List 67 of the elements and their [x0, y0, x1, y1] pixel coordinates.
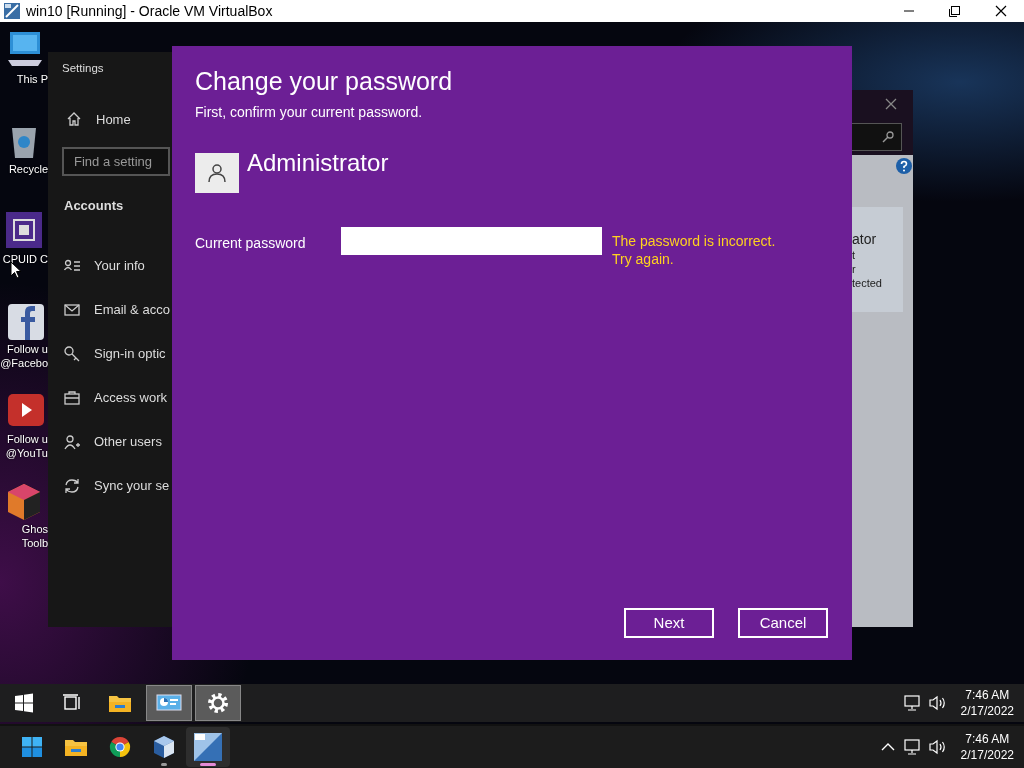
maximize-icon[interactable] — [948, 5, 962, 17]
close-icon[interactable] — [994, 5, 1008, 17]
window-title: Settings — [62, 61, 105, 76]
chevron-up-icon[interactable] — [880, 742, 895, 752]
nav-link[interactable]: Sign-in optic — [94, 344, 166, 364]
folder-icon — [64, 737, 88, 757]
task-view-icon — [62, 693, 82, 713]
cancel-button[interactable]: Cancel — [738, 608, 828, 638]
taskbar-button[interactable] — [186, 727, 230, 767]
nav-link[interactable]: Your info — [94, 256, 145, 276]
help-icon[interactable] — [896, 158, 912, 174]
search-field[interactable]: Find a setting — [62, 147, 170, 177]
folder-icon — [108, 693, 132, 713]
field-label: Current password — [195, 234, 307, 253]
person-icon — [207, 163, 227, 183]
start-icon — [21, 736, 43, 758]
panel-text: r — [852, 262, 857, 276]
sync-icon — [64, 477, 80, 494]
nav-link[interactable]: Home — [96, 109, 131, 129]
panel-text: ator — [852, 230, 878, 248]
icon-label: Follow u — [7, 432, 48, 446]
clock[interactable]: 7:46 AM 2/17/2022 — [960, 687, 1014, 719]
dialog-title: Change your password — [195, 66, 454, 96]
icon-label: Follow u — [7, 342, 48, 356]
icon-label: Ghos — [21, 522, 48, 536]
icon-label: CPUID C — [2, 252, 48, 266]
icon-label: Recycle — [8, 162, 48, 176]
key-icon — [64, 345, 80, 362]
cursor-icon — [10, 261, 22, 279]
clock[interactable]: 7:46 AM 2/17/2022 — [960, 731, 1014, 763]
start-icon — [14, 693, 34, 713]
error-message: The password is incorrect. — [612, 232, 776, 250]
icon-label: This P — [16, 72, 48, 86]
icon-label: @YouTu — [5, 446, 48, 460]
icon-label: Toolb — [21, 536, 48, 550]
error-message: Try again. — [612, 250, 675, 268]
volume-icon[interactable] — [928, 695, 947, 711]
icon-label: @Facebo — [0, 356, 48, 370]
window-app-icon — [193, 732, 223, 762]
next-button[interactable]: Next — [624, 608, 714, 638]
panel-text: t — [852, 248, 857, 262]
search-field[interactable] — [852, 123, 902, 151]
dialog-subtitle: First, confirm your current password. — [195, 103, 424, 122]
search-icon — [882, 131, 894, 143]
nav-link[interactable]: Email & acco — [94, 300, 170, 320]
taskbar-button[interactable] — [146, 685, 192, 721]
nav-link[interactable]: Other users — [94, 432, 162, 452]
briefcase-icon — [64, 389, 80, 406]
volume-icon[interactable] — [928, 739, 947, 755]
network-icon[interactable] — [902, 739, 921, 755]
person-add-icon — [64, 433, 80, 450]
monitor-icon — [156, 693, 182, 713]
chrome-icon — [108, 735, 132, 759]
section-heading: Accounts — [64, 197, 125, 216]
home-icon — [66, 111, 82, 128]
gear-icon — [207, 692, 229, 714]
network-icon[interactable] — [902, 695, 921, 711]
window-title: win10 [Running] - Oracle VM VirtualBox — [26, 1, 273, 21]
nav-link[interactable]: Access work — [94, 388, 167, 408]
person-list-icon — [64, 257, 80, 274]
panel-text: tected — [852, 276, 883, 290]
nav-link[interactable]: Sync your se — [94, 476, 170, 496]
mail-icon — [64, 301, 80, 318]
password-field[interactable] — [341, 227, 602, 255]
user-name: Administrator — [247, 149, 389, 177]
cube-icon — [152, 735, 176, 759]
taskbar-button[interactable] — [195, 685, 241, 721]
